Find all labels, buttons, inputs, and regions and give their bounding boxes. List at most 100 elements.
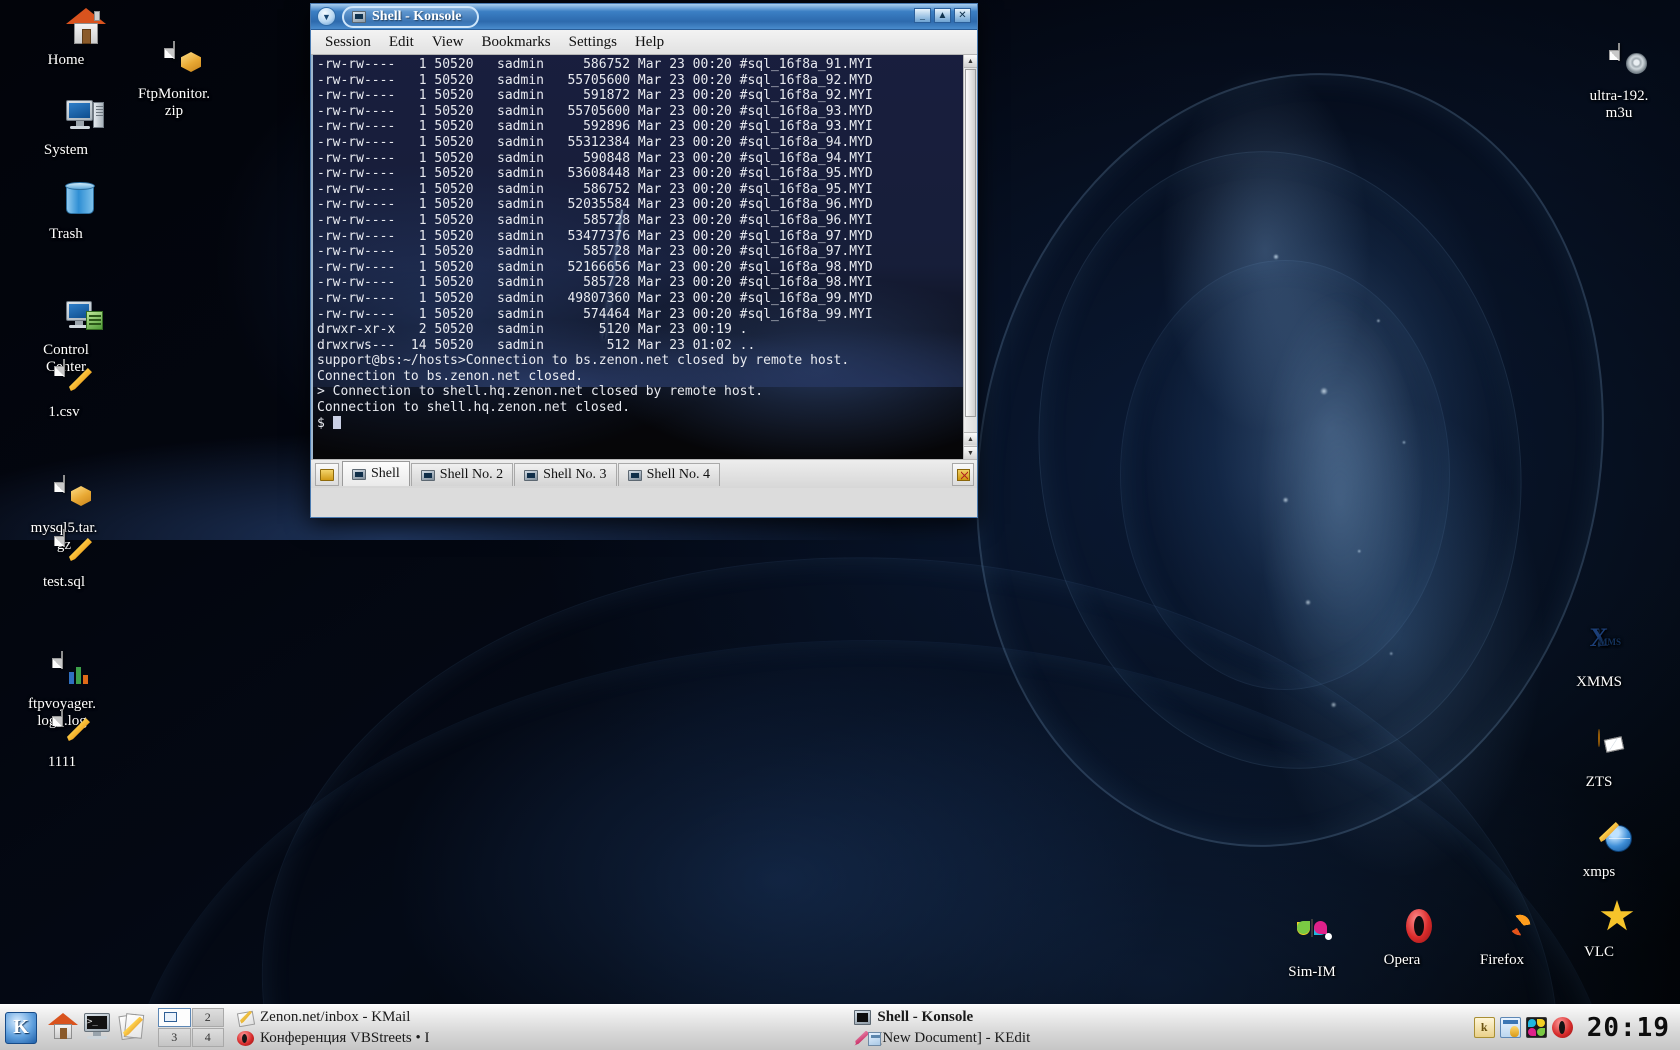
task-label: Shell - Konsole <box>877 1008 974 1025</box>
window-control-buttons[interactable]: _ ▲ ✕ <box>914 8 971 23</box>
scroll-down-button[interactable]: ▼ <box>964 446 977 459</box>
terminal-line: -rw-rw---- 1 50520 sadmin 49807360 Mar 2… <box>317 290 873 306</box>
spreadsheet-document-icon <box>42 635 88 684</box>
terminal-prompt: $ <box>317 415 325 431</box>
k-menu-button[interactable]: K <box>0 1005 42 1050</box>
close-button[interactable]: ✕ <box>954 8 971 23</box>
tab-label: Shell No. 3 <box>543 467 607 482</box>
terminal-line: -rw-rw---- 1 50520 sadmin 586752 Mar 23 … <box>317 57 873 72</box>
menu-edit[interactable]: Edit <box>381 31 422 54</box>
task-opera[interactable]: Конференция VBStreets • I <box>230 1028 846 1048</box>
menu-session[interactable]: Session <box>317 31 379 54</box>
desktop-icon-xmms[interactable]: X MMS <box>1545 629 1653 691</box>
desktop-icon-testsql[interactable]: test.sql <box>10 529 118 591</box>
tab-shell-no-2[interactable]: Shell No. 2 <box>410 463 514 486</box>
desktop-icon-vlc[interactable]: VLC <box>1545 900 1653 961</box>
scroll-up-button[interactable]: ▲ <box>964 55 977 68</box>
terminal-area[interactable]: -rw-rw---- 1 50520 sadmin 586752 Mar 23 … <box>311 55 977 459</box>
text-document-icon <box>42 709 90 750</box>
task-kmail[interactable]: Zenon.net/inbox - KMail <box>230 1007 846 1027</box>
desktop-icon-system[interactable]: System <box>12 98 120 159</box>
desktop-pager[interactable]: 2 3 4 <box>158 1008 224 1047</box>
desktop-icon-home[interactable]: Home <box>12 8 120 69</box>
terminal-line: -rw-rw---- 1 50520 sadmin 591872 Mar 23 … <box>317 88 873 104</box>
klipper-tray-icon[interactable] <box>1473 1017 1495 1038</box>
window-titlebar[interactable]: ▼ Shell - Konsole _ ▲ ✕ <box>311 4 977 30</box>
desktop-icon-trash[interactable]: Trash <box>12 182 120 243</box>
menubar[interactable]: Session Edit View Bookmarks Settings Hel… <box>311 30 977 55</box>
home-icon <box>46 8 106 48</box>
desktop-icon-label: ultra-192. m3u <box>1589 88 1649 121</box>
opera-tray-icon[interactable] <box>1551 1017 1573 1038</box>
desktop-icon-label: 1.csv <box>48 404 80 420</box>
window-tasklist[interactable]: Zenon.net/inbox - KMail Shell - Konsole … <box>228 1005 1466 1050</box>
system-tray[interactable] <box>1466 1005 1581 1050</box>
pager-desktop-1[interactable] <box>158 1008 191 1027</box>
firefox-icon <box>1482 908 1522 948</box>
sim-im-icon <box>1292 919 1332 960</box>
terminal-line: Connection to shell.hq.zenon.net closed. <box>317 400 631 416</box>
terminal-line: -rw-rw---- 1 50520 sadmin 55705600 Mar 2… <box>317 72 873 88</box>
session-tabbar[interactable]: Shell Shell No. 2 Shell No. 3 Shell No. … <box>311 459 977 488</box>
tab-label: Shell No. 2 <box>439 467 504 482</box>
terminal-line: -rw-rw---- 1 50520 sadmin 592896 Mar 23 … <box>317 119 873 135</box>
konsole-icon <box>854 1009 872 1025</box>
task-kedit[interactable]: [New Document] - KEdit <box>847 1028 1463 1048</box>
tab-shell[interactable]: Shell <box>342 461 410 486</box>
archive-icon <box>44 459 91 506</box>
terminal-line: support@bs:~/hosts>Connection to bs.zeno… <box>317 353 850 369</box>
terminal-line: -rw-rw---- 1 50520 sadmin 585728 Mar 23 … <box>317 244 873 260</box>
page-title: Shell - Konsole <box>372 8 462 24</box>
clock[interactable]: 20:19 <box>1581 1005 1680 1050</box>
kde-panel[interactable]: K >_ 2 3 4 Zenon.net/inbox - KMail Shell… <box>0 1004 1680 1050</box>
terminal-line: drwxr-xr-x 2 50520 sadmin 5120 Mar 23 00… <box>317 322 748 338</box>
desktop-icon-label: test.sql <box>42 574 86 590</box>
menu-settings[interactable]: Settings <box>561 31 625 54</box>
close-tab-icon[interactable] <box>952 463 974 486</box>
desktop-icon-1111[interactable]: 1111 <box>8 709 116 771</box>
pager-desktop-4[interactable]: 4 <box>191 1028 224 1047</box>
terminal-line: Connection to bs.zenon.net closed. <box>317 368 584 384</box>
desktop-icon-1csv[interactable]: 1.csv <box>10 359 118 421</box>
quick-launch-area[interactable]: >_ <box>42 1005 154 1050</box>
terminal-line: > Connection to shell.hq.zenon.net close… <box>317 384 764 400</box>
task-konsole[interactable]: Shell - Konsole <box>847 1007 1463 1027</box>
desktop-icon-label: FtpMonitor. zip <box>137 86 211 119</box>
pager-desktop-3[interactable]: 3 <box>158 1028 191 1047</box>
desktop-icon-label: XMMS <box>1576 674 1622 690</box>
window-menu-icon[interactable]: ▼ <box>317 7 336 26</box>
scroll-up-button-bottom[interactable]: ▲ <box>964 432 977 445</box>
konsole-launcher-button[interactable]: >_ <box>83 1012 113 1043</box>
desktop-icon-zts[interactable]: ZTS <box>1545 729 1653 791</box>
scrollbar-thumb[interactable] <box>965 69 976 417</box>
wallpaper-frost-detail <box>1180 180 1500 820</box>
sim-im-tray-icon[interactable] <box>1525 1017 1547 1038</box>
minimize-button[interactable]: _ <box>914 8 931 23</box>
desktop-icon-xmps[interactable]: xmps <box>1545 820 1653 881</box>
konsole-icon <box>352 468 366 480</box>
korganizer-alarm-tray-icon[interactable] <box>1499 1017 1521 1038</box>
menu-view[interactable]: View <box>424 31 472 54</box>
menu-help[interactable]: Help <box>627 31 672 54</box>
home-launcher-button[interactable] <box>48 1012 78 1043</box>
desktop-icon-ultra-192-m3u[interactable]: ultra-192. m3u <box>1565 10 1673 139</box>
tab-shell-no-3[interactable]: Shell No. 3 <box>514 463 617 486</box>
kate-launcher-button[interactable] <box>118 1012 148 1043</box>
desktop-icon-firefox[interactable]: Firefox <box>1448 908 1556 969</box>
desktop-icon-ftpmonitor-zip[interactable]: FtpMonitor. zip <box>120 8 228 137</box>
new-tab-icon[interactable] <box>315 463 339 486</box>
xmps-globe-icon <box>1579 820 1632 860</box>
maximize-button[interactable]: ▲ <box>934 8 951 23</box>
terminal-line: -rw-rw---- 1 50520 sadmin 586752 Mar 23 … <box>317 181 873 197</box>
menu-bookmarks[interactable]: Bookmarks <box>473 31 558 54</box>
terminal-output[interactable]: -rw-rw---- 1 50520 sadmin 586752 Mar 23 … <box>313 55 963 459</box>
pager-desktop-2[interactable]: 2 <box>191 1008 224 1027</box>
desktop-icon-opera[interactable]: Opera <box>1348 908 1456 969</box>
terminal-line: -rw-rw---- 1 50520 sadmin 574464 Mar 23 … <box>317 306 873 322</box>
tab-label: Shell No. 4 <box>646 467 710 482</box>
terminal-line: -rw-rw---- 1 50520 sadmin 585728 Mar 23 … <box>317 275 873 291</box>
konsole-window[interactable]: ▼ Shell - Konsole _ ▲ ✕ Session Edit Vie… <box>310 3 978 518</box>
tab-shell-no-4[interactable]: Shell No. 4 <box>617 463 720 486</box>
terminal-scrollbar[interactable]: ▲ ▲ ▼ <box>963 55 977 459</box>
desktop-icon-label: 1111 <box>47 754 77 770</box>
